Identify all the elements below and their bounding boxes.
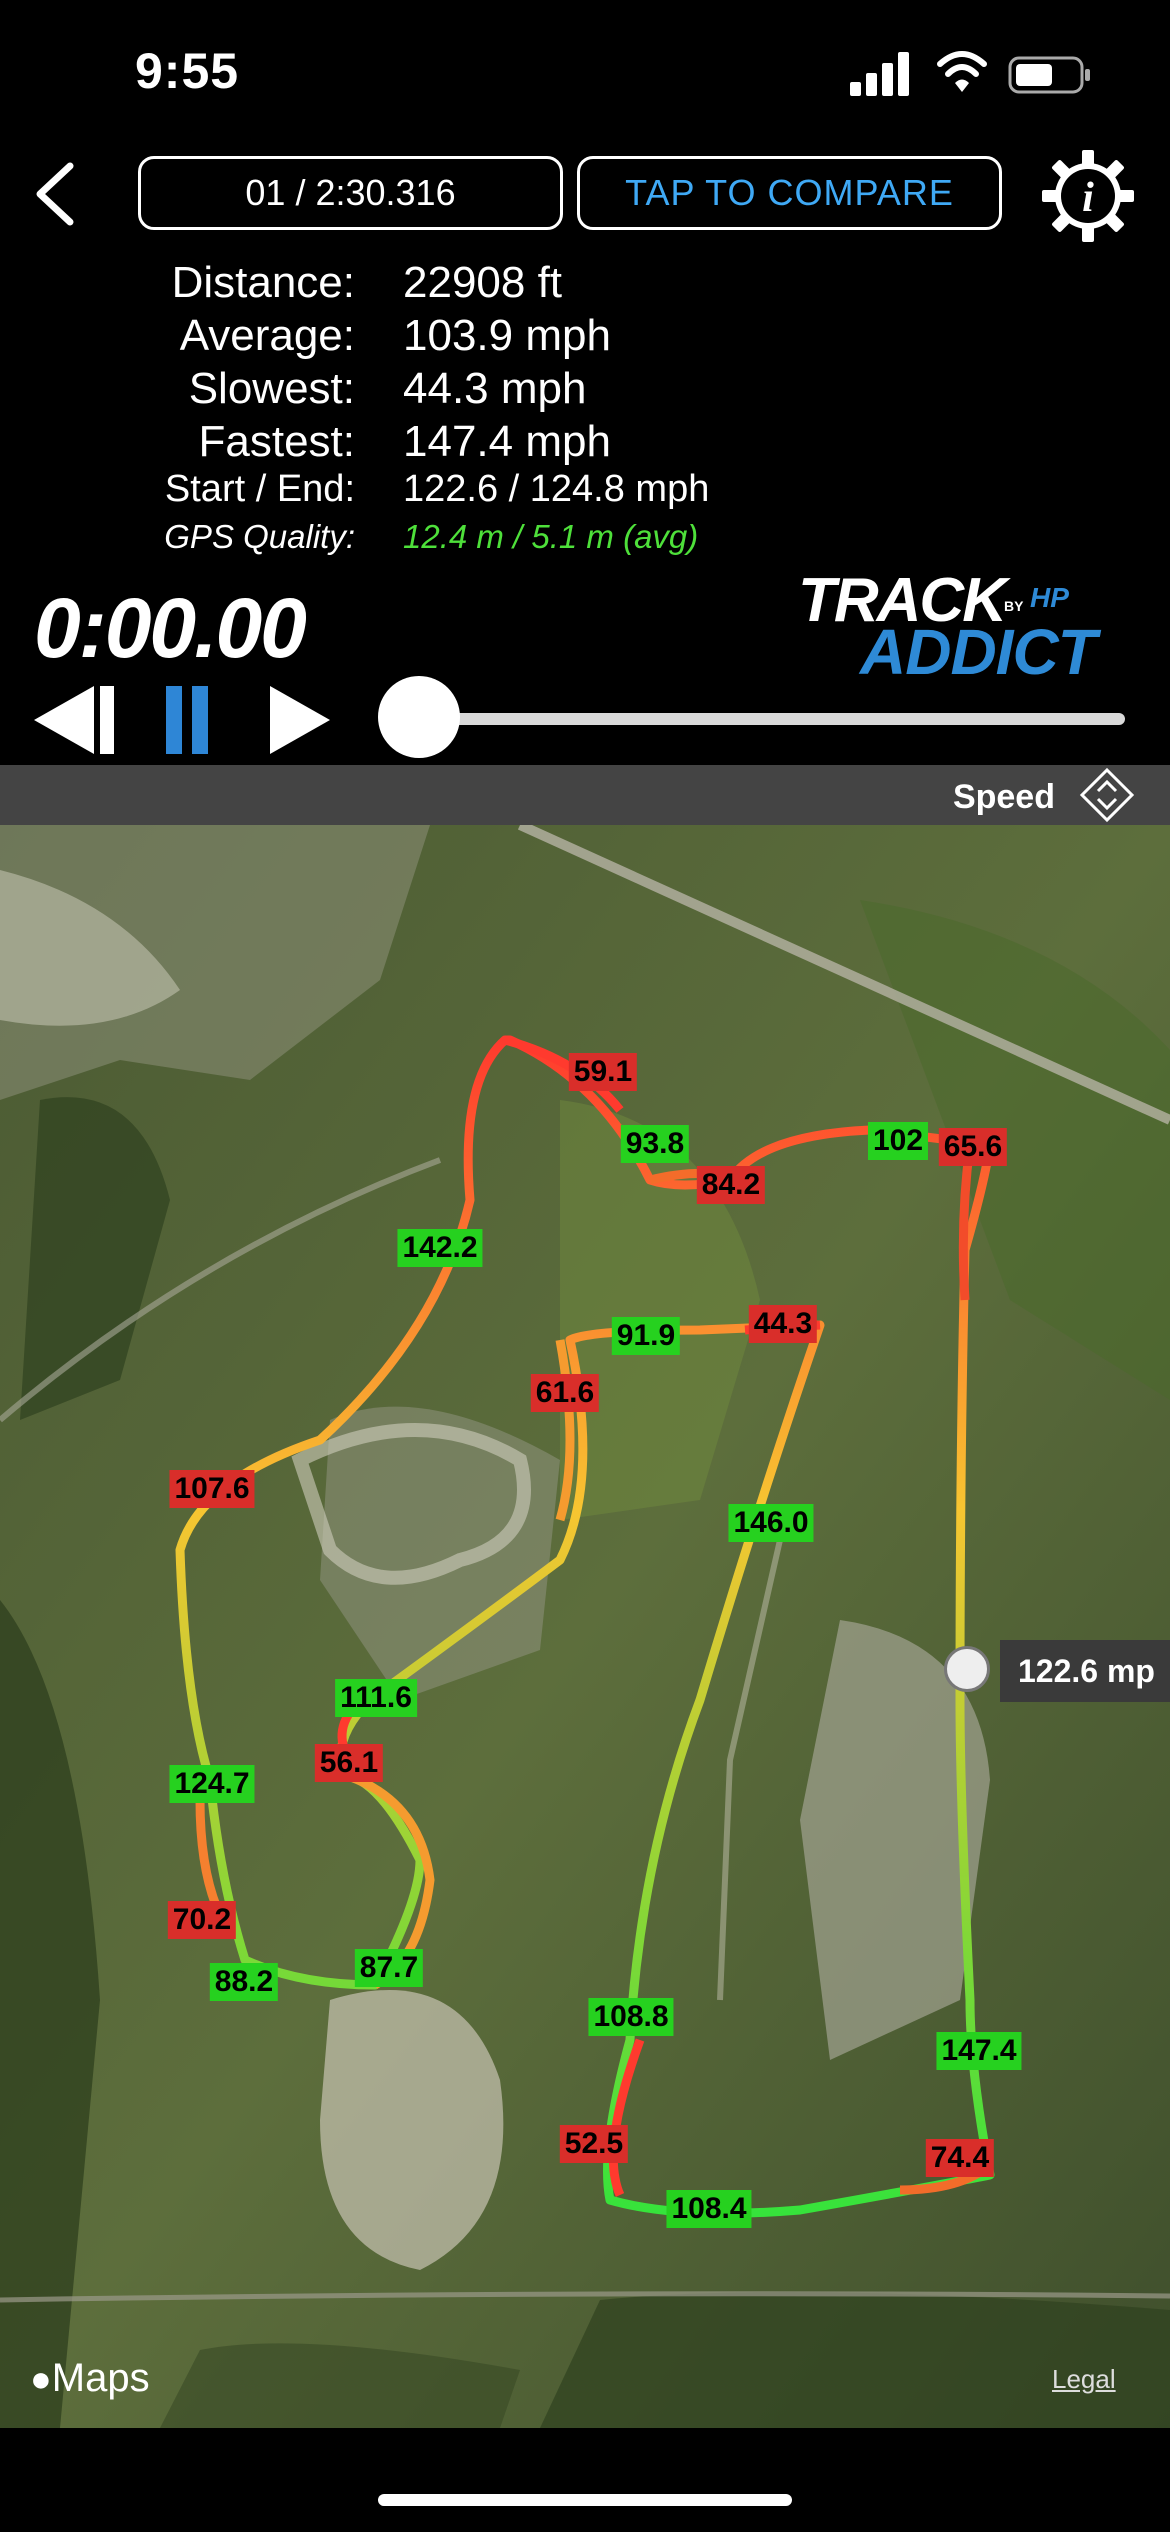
home-indicator[interactable] bbox=[378, 2494, 792, 2506]
speed-label: 147.4 bbox=[936, 2032, 1022, 2070]
speed-label: 146.0 bbox=[728, 1504, 814, 1542]
speed-label: 61.6 bbox=[530, 1374, 600, 1412]
back-chevron-icon[interactable] bbox=[30, 158, 80, 230]
stat-fastest-value: 147.4 mph bbox=[403, 417, 611, 466]
speed-label: 52.5 bbox=[559, 2125, 629, 2163]
speed-label: 59.1 bbox=[568, 1053, 638, 1091]
logo-brand-text: HP bbox=[1030, 582, 1069, 613]
status-time: 9:55 bbox=[135, 43, 240, 99]
speed-label: 91.9 bbox=[611, 1317, 681, 1355]
speed-label: 124.7 bbox=[169, 1765, 255, 1803]
current-position-marker[interactable] bbox=[944, 1646, 990, 1692]
legal-link[interactable]: Legal bbox=[1052, 2364, 1116, 2395]
overlay-mode-label[interactable]: Speed bbox=[953, 778, 1055, 817]
stat-slowest-label: Slowest: bbox=[188, 364, 355, 413]
speed-label: 84.2 bbox=[696, 1166, 766, 1204]
lap-selector-button[interactable]: 01 / 2:30.316 bbox=[138, 156, 563, 230]
battery-icon bbox=[1008, 56, 1090, 94]
logo-addict-text: ADDICT bbox=[860, 616, 1097, 688]
apple-logo-icon: ● bbox=[30, 2358, 52, 2399]
speed-label: 102 bbox=[867, 1122, 929, 1160]
stat-gps-label: GPS Quality: bbox=[164, 518, 355, 555]
speed-label: 70.2 bbox=[167, 1901, 237, 1939]
speed-label: 108.4 bbox=[666, 2190, 752, 2228]
logo-by-text: BY bbox=[1004, 598, 1024, 614]
stat-average-label: Average: bbox=[179, 311, 355, 360]
wifi-icon bbox=[937, 51, 987, 92]
lap-selector-label: 01 / 2:30.316 bbox=[245, 172, 456, 213]
speed-label: 65.6 bbox=[938, 1128, 1008, 1166]
svg-text:i: i bbox=[1082, 175, 1094, 221]
speed-label: 93.8 bbox=[620, 1125, 690, 1163]
playback-controls bbox=[34, 686, 330, 754]
selector-updown-icon[interactable] bbox=[1079, 767, 1135, 823]
speed-label: 44.3 bbox=[748, 1305, 818, 1343]
speed-label: 108.8 bbox=[588, 1998, 674, 2036]
speed-label: 142.2 bbox=[397, 1229, 483, 1267]
stat-distance-label: Distance: bbox=[171, 258, 355, 307]
step-back-button[interactable] bbox=[34, 686, 114, 754]
stat-gps-value: 12.4 m / 5.1 m (avg) bbox=[403, 518, 699, 555]
info-gear-icon[interactable]: i bbox=[1040, 148, 1136, 244]
speed-label: 56.1 bbox=[314, 1744, 384, 1782]
play-button[interactable] bbox=[270, 686, 330, 754]
stat-average-value: 103.9 mph bbox=[403, 311, 611, 360]
stat-startend-label: Start / End: bbox=[164, 468, 355, 510]
speed-label: 111.6 bbox=[335, 1679, 417, 1717]
stat-slowest-value: 44.3 mph bbox=[403, 364, 587, 413]
stat-distance-value: 22908 ft bbox=[403, 258, 563, 307]
speed-label: 107.6 bbox=[169, 1470, 255, 1508]
playback-slider-knob[interactable] bbox=[378, 676, 460, 758]
stat-fastest-label: Fastest: bbox=[198, 417, 356, 466]
maps-attribution: ●Maps bbox=[30, 2356, 150, 2401]
stat-startend-value: 122.6 / 124.8 mph bbox=[403, 468, 710, 510]
speed-label: 88.2 bbox=[209, 1963, 279, 2001]
lap-timer: 0:00.00 bbox=[34, 581, 307, 675]
compare-button-label: TAP TO COMPARE bbox=[625, 172, 954, 213]
position-speed-callout: 122.6 mp bbox=[1000, 1640, 1170, 1702]
speed-label: 87.7 bbox=[354, 1949, 424, 1987]
playback-slider-track[interactable] bbox=[420, 713, 1125, 725]
track-map[interactable]: 59.1 93.8 84.2 102 65.6 142.2 91.9 44.3 … bbox=[0, 825, 1170, 2428]
pause-button[interactable] bbox=[166, 686, 208, 754]
maps-attribution-text: Maps bbox=[51, 2356, 150, 2400]
compare-button[interactable]: TAP TO COMPARE bbox=[577, 156, 1002, 230]
speed-label: 74.4 bbox=[925, 2139, 995, 2177]
cellular-signal-icon bbox=[850, 52, 909, 96]
